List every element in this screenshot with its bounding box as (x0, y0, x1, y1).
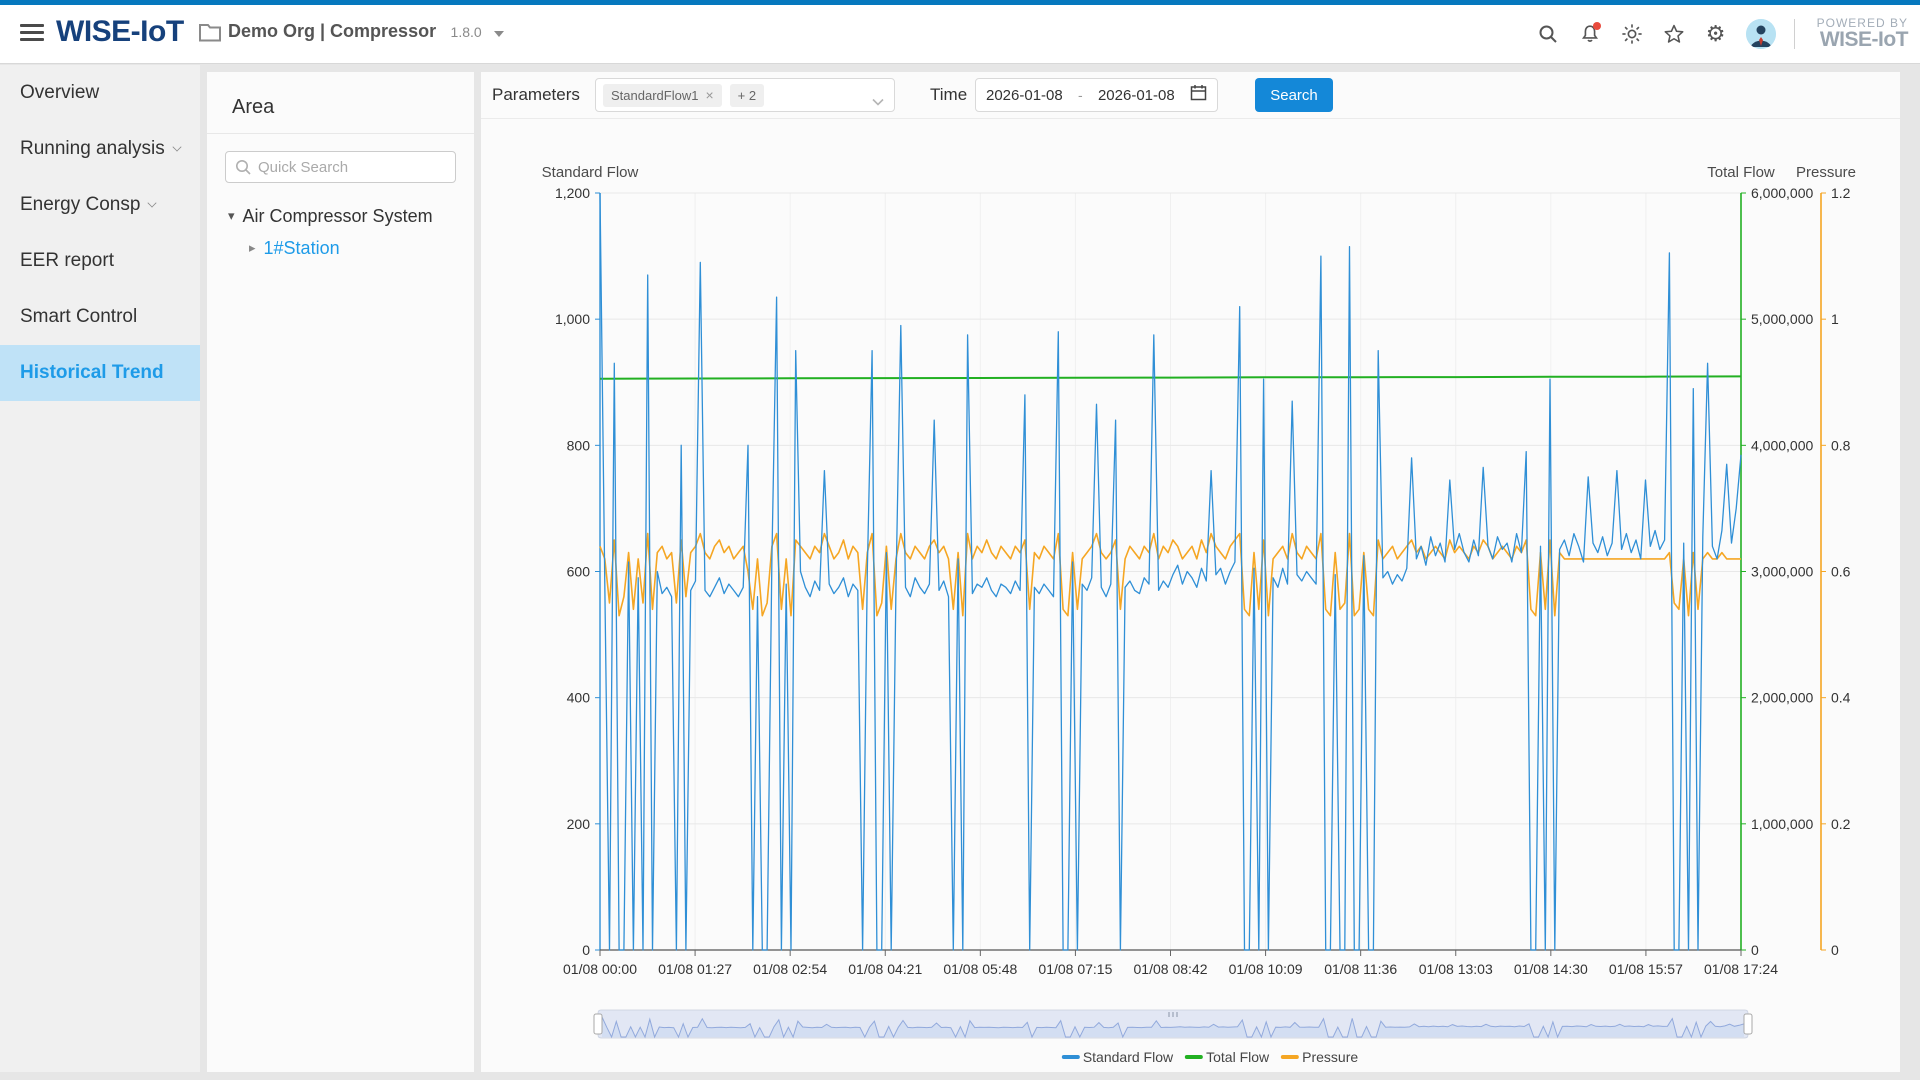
chevron-down-icon (494, 31, 504, 37)
right-axis1-tick: 4,000,000 (1751, 437, 1813, 453)
x-axis-tick: 01/08 10:09 (1229, 961, 1303, 977)
chevron-down-icon (148, 198, 157, 207)
app-version: 1.8.0 (451, 24, 482, 40)
quick-search-input[interactable] (225, 151, 456, 183)
sidebar-item-label: Overview (20, 82, 99, 104)
header-divider (1794, 19, 1795, 49)
right-axis1-tick: 1,000,000 (1751, 816, 1813, 832)
x-axis-tick: 01/08 07:15 (1038, 961, 1112, 977)
sidebar-item-overview[interactable]: Overview (0, 65, 200, 121)
app-header: WISE-IoT Demo Org | Compressor 1.8.0 ⚙ P… (0, 0, 1920, 64)
tree-item-label: Air Compressor System (243, 206, 433, 227)
datazoom-handle-right[interactable] (1744, 1014, 1752, 1034)
sidebar-nav: Overview Running analysis Energy Consp E… (0, 65, 200, 1072)
right-axis2-tick: 0.6 (1831, 564, 1851, 580)
area-panel-title: Area (207, 72, 474, 133)
legend-label: Total Flow (1206, 1049, 1269, 1065)
legend-item-total-flow[interactable]: Total Flow (1185, 1049, 1269, 1065)
x-axis-tick: 01/08 14:30 (1514, 961, 1588, 977)
sidebar-item-label: Energy Consp (20, 194, 140, 216)
brightness-icon[interactable] (1620, 22, 1644, 46)
tree-item-1-station[interactable]: ▸ 1#Station (207, 231, 474, 265)
right-axis2-tick: 1 (1831, 311, 1839, 327)
powered-by: POWERED BY WISE-IoT (1813, 17, 1908, 52)
legend-label: Standard Flow (1083, 1049, 1173, 1065)
x-axis-tick: 01/08 17:24 (1704, 961, 1778, 977)
avatar[interactable] (1746, 19, 1776, 49)
sidebar-item-label: Historical Trend (20, 362, 164, 384)
sidebar-item-energy-consp[interactable]: Energy Consp (0, 177, 200, 233)
legend-dash (1185, 1055, 1203, 1059)
legend-label: Pressure (1302, 1049, 1358, 1065)
divider (207, 133, 474, 134)
folder-icon (198, 22, 222, 47)
right-axis2-tick: 0.4 (1831, 690, 1851, 706)
trend-chart: 1,200 6,000,000 1.2 1,000 5,000,000 1 800 4,000… (481, 72, 1900, 1072)
app-logo: WISE-IoT (56, 15, 184, 49)
right-axis2-tick: 0.8 (1831, 437, 1851, 453)
tree-item-air-compressor-system[interactable]: ▾ Air Compressor System (207, 201, 474, 231)
sidebar-item-smart-control[interactable]: Smart Control (0, 289, 200, 345)
right-axis1-tick: 5,000,000 (1751, 311, 1813, 327)
tree-item-label: 1#Station (264, 238, 340, 259)
settings-icon[interactable]: ⚙ (1704, 22, 1728, 46)
search-icon (234, 158, 252, 181)
org-selector[interactable]: Demo Org | Compressor 1.8.0 (228, 21, 504, 42)
x-axis-tick: 01/08 01:27 (658, 961, 732, 977)
x-axis-tick: 01/08 04:21 (848, 961, 922, 977)
right-axis1-tick: 2,000,000 (1751, 690, 1813, 706)
left-axis-tick: 1,000 (555, 311, 590, 327)
caret-down-icon[interactable]: ▾ (228, 208, 235, 224)
series-total-flow (600, 376, 1741, 378)
x-axis-tick: 01/08 13:03 (1419, 961, 1493, 977)
legend-dash (1062, 1055, 1080, 1059)
left-axis-tick: 600 (567, 564, 591, 580)
notification-dot (1593, 22, 1601, 30)
x-axis-tick: 01/08 15:57 (1609, 961, 1683, 977)
legend-item-standard-flow[interactable]: Standard Flow (1062, 1049, 1173, 1065)
right-axis1-tick: 6,000,000 (1751, 185, 1813, 201)
x-axis-tick: 01/08 02:54 (753, 961, 827, 977)
x-axis-tick: 01/08 11:36 (1324, 961, 1397, 977)
left-axis-tick: 400 (567, 690, 591, 706)
sidebar-item-historical-trend[interactable]: Historical Trend (0, 345, 200, 401)
right-axis1-tick: 0 (1751, 942, 1759, 958)
legend-item-pressure[interactable]: Pressure (1281, 1049, 1358, 1065)
left-axis-tick: 800 (567, 437, 591, 453)
legend-dash (1281, 1055, 1299, 1059)
search-icon[interactable] (1536, 22, 1560, 46)
datazoom-slider[interactable] (594, 1010, 1752, 1038)
notifications-icon[interactable] (1578, 22, 1602, 46)
left-axis-tick: 0 (582, 942, 590, 958)
star-icon[interactable] (1662, 22, 1686, 46)
x-axis-tick: 01/08 08:42 (1134, 961, 1208, 977)
area-panel: Area ▾ Air Compressor System ▸ 1#Station (207, 72, 474, 1072)
x-axis-tick: 01/08 05:48 (943, 961, 1017, 977)
main-panel: Parameters StandardFlow1 × + 2 Time 2026… (481, 72, 1900, 1072)
area-tree: ▾ Air Compressor System ▸ 1#Station (207, 201, 474, 265)
sidebar-item-label: EER report (20, 250, 114, 272)
right-axis1-tick: 3,000,000 (1751, 564, 1813, 580)
sidebar-item-label: Smart Control (20, 306, 137, 328)
datazoom-handle-left[interactable] (594, 1014, 602, 1034)
chevron-down-icon (172, 142, 181, 151)
sidebar-item-eer-report[interactable]: EER report (0, 233, 200, 289)
caret-right-icon[interactable]: ▸ (249, 240, 256, 256)
sidebar-item-label: Running analysis (20, 138, 165, 160)
right-axis2-tick: 0 (1831, 942, 1839, 958)
left-axis-tick: 200 (567, 816, 591, 832)
sidebar-item-running-analysis[interactable]: Running analysis (0, 121, 200, 177)
right-axis2-tick: 1.2 (1831, 185, 1851, 201)
powered-by-line2: WISE-IoT (1817, 29, 1908, 51)
menu-icon[interactable] (20, 24, 44, 42)
chart-legend: Standard Flow Total Flow Pressure (1062, 1049, 1358, 1065)
x-axis-tick: 01/08 00:00 (563, 961, 637, 977)
left-axis-tick: 1,200 (555, 185, 590, 201)
right-axis2-tick: 0.2 (1831, 816, 1851, 832)
org-name: Demo Org | Compressor (228, 21, 436, 41)
